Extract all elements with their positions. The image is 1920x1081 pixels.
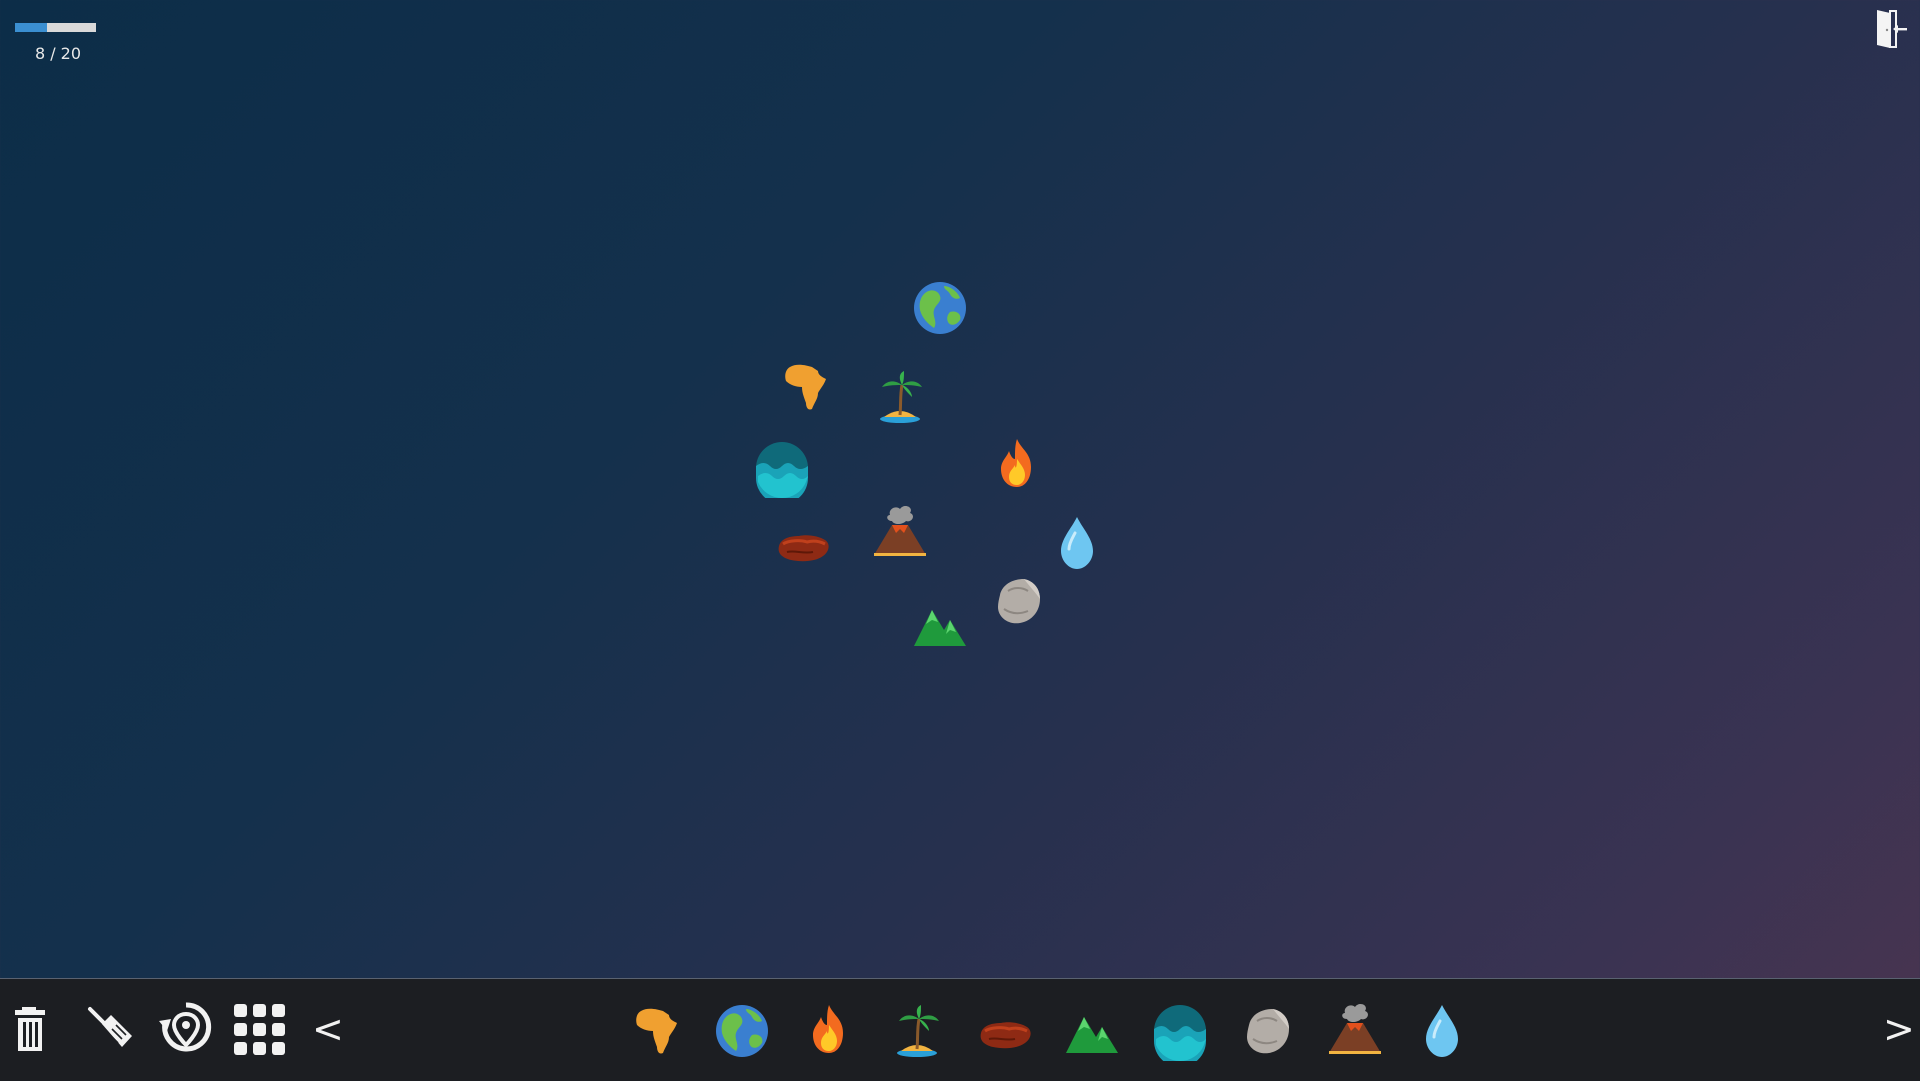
palette-stone-icon[interactable] — [1237, 1001, 1297, 1061]
trash-icon[interactable] — [8, 999, 68, 1059]
stone-icon[interactable] — [988, 571, 1048, 631]
palette-prev-button[interactable]: < — [312, 1001, 344, 1057]
sea-waves-icon[interactable] — [752, 438, 812, 498]
lava-rock-icon[interactable] — [773, 514, 833, 574]
bottom-toolbar: < > — [0, 978, 1920, 1081]
water-drop-icon[interactable] — [1047, 513, 1107, 573]
game-board[interactable] — [0, 0, 1920, 978]
grid-icon[interactable] — [229, 999, 289, 1059]
palette-island-icon[interactable] — [887, 1001, 947, 1061]
earth-globe-icon[interactable] — [910, 278, 970, 338]
palette-mountain-icon[interactable] — [1062, 1001, 1122, 1061]
mountain-icon[interactable] — [910, 594, 970, 654]
palette-volcano-icon[interactable] — [1325, 1001, 1385, 1061]
location-reset-icon[interactable] — [156, 999, 216, 1059]
palette-africa-icon[interactable] — [625, 1001, 685, 1061]
palette-water-icon[interactable] — [1412, 1001, 1472, 1061]
palette-earth-icon[interactable] — [712, 1001, 772, 1061]
broom-icon[interactable] — [82, 999, 142, 1059]
palette-fire-icon[interactable] — [799, 1001, 859, 1061]
palette-next-button[interactable]: > — [1883, 1001, 1915, 1057]
africa-continent-icon[interactable] — [774, 357, 834, 417]
fire-icon[interactable] — [987, 435, 1047, 495]
palette-lava-icon[interactable] — [975, 1001, 1035, 1061]
palette-sea-icon[interactable] — [1150, 1001, 1210, 1061]
volcano-icon[interactable] — [870, 503, 930, 563]
palm-island-icon[interactable] — [870, 367, 930, 427]
